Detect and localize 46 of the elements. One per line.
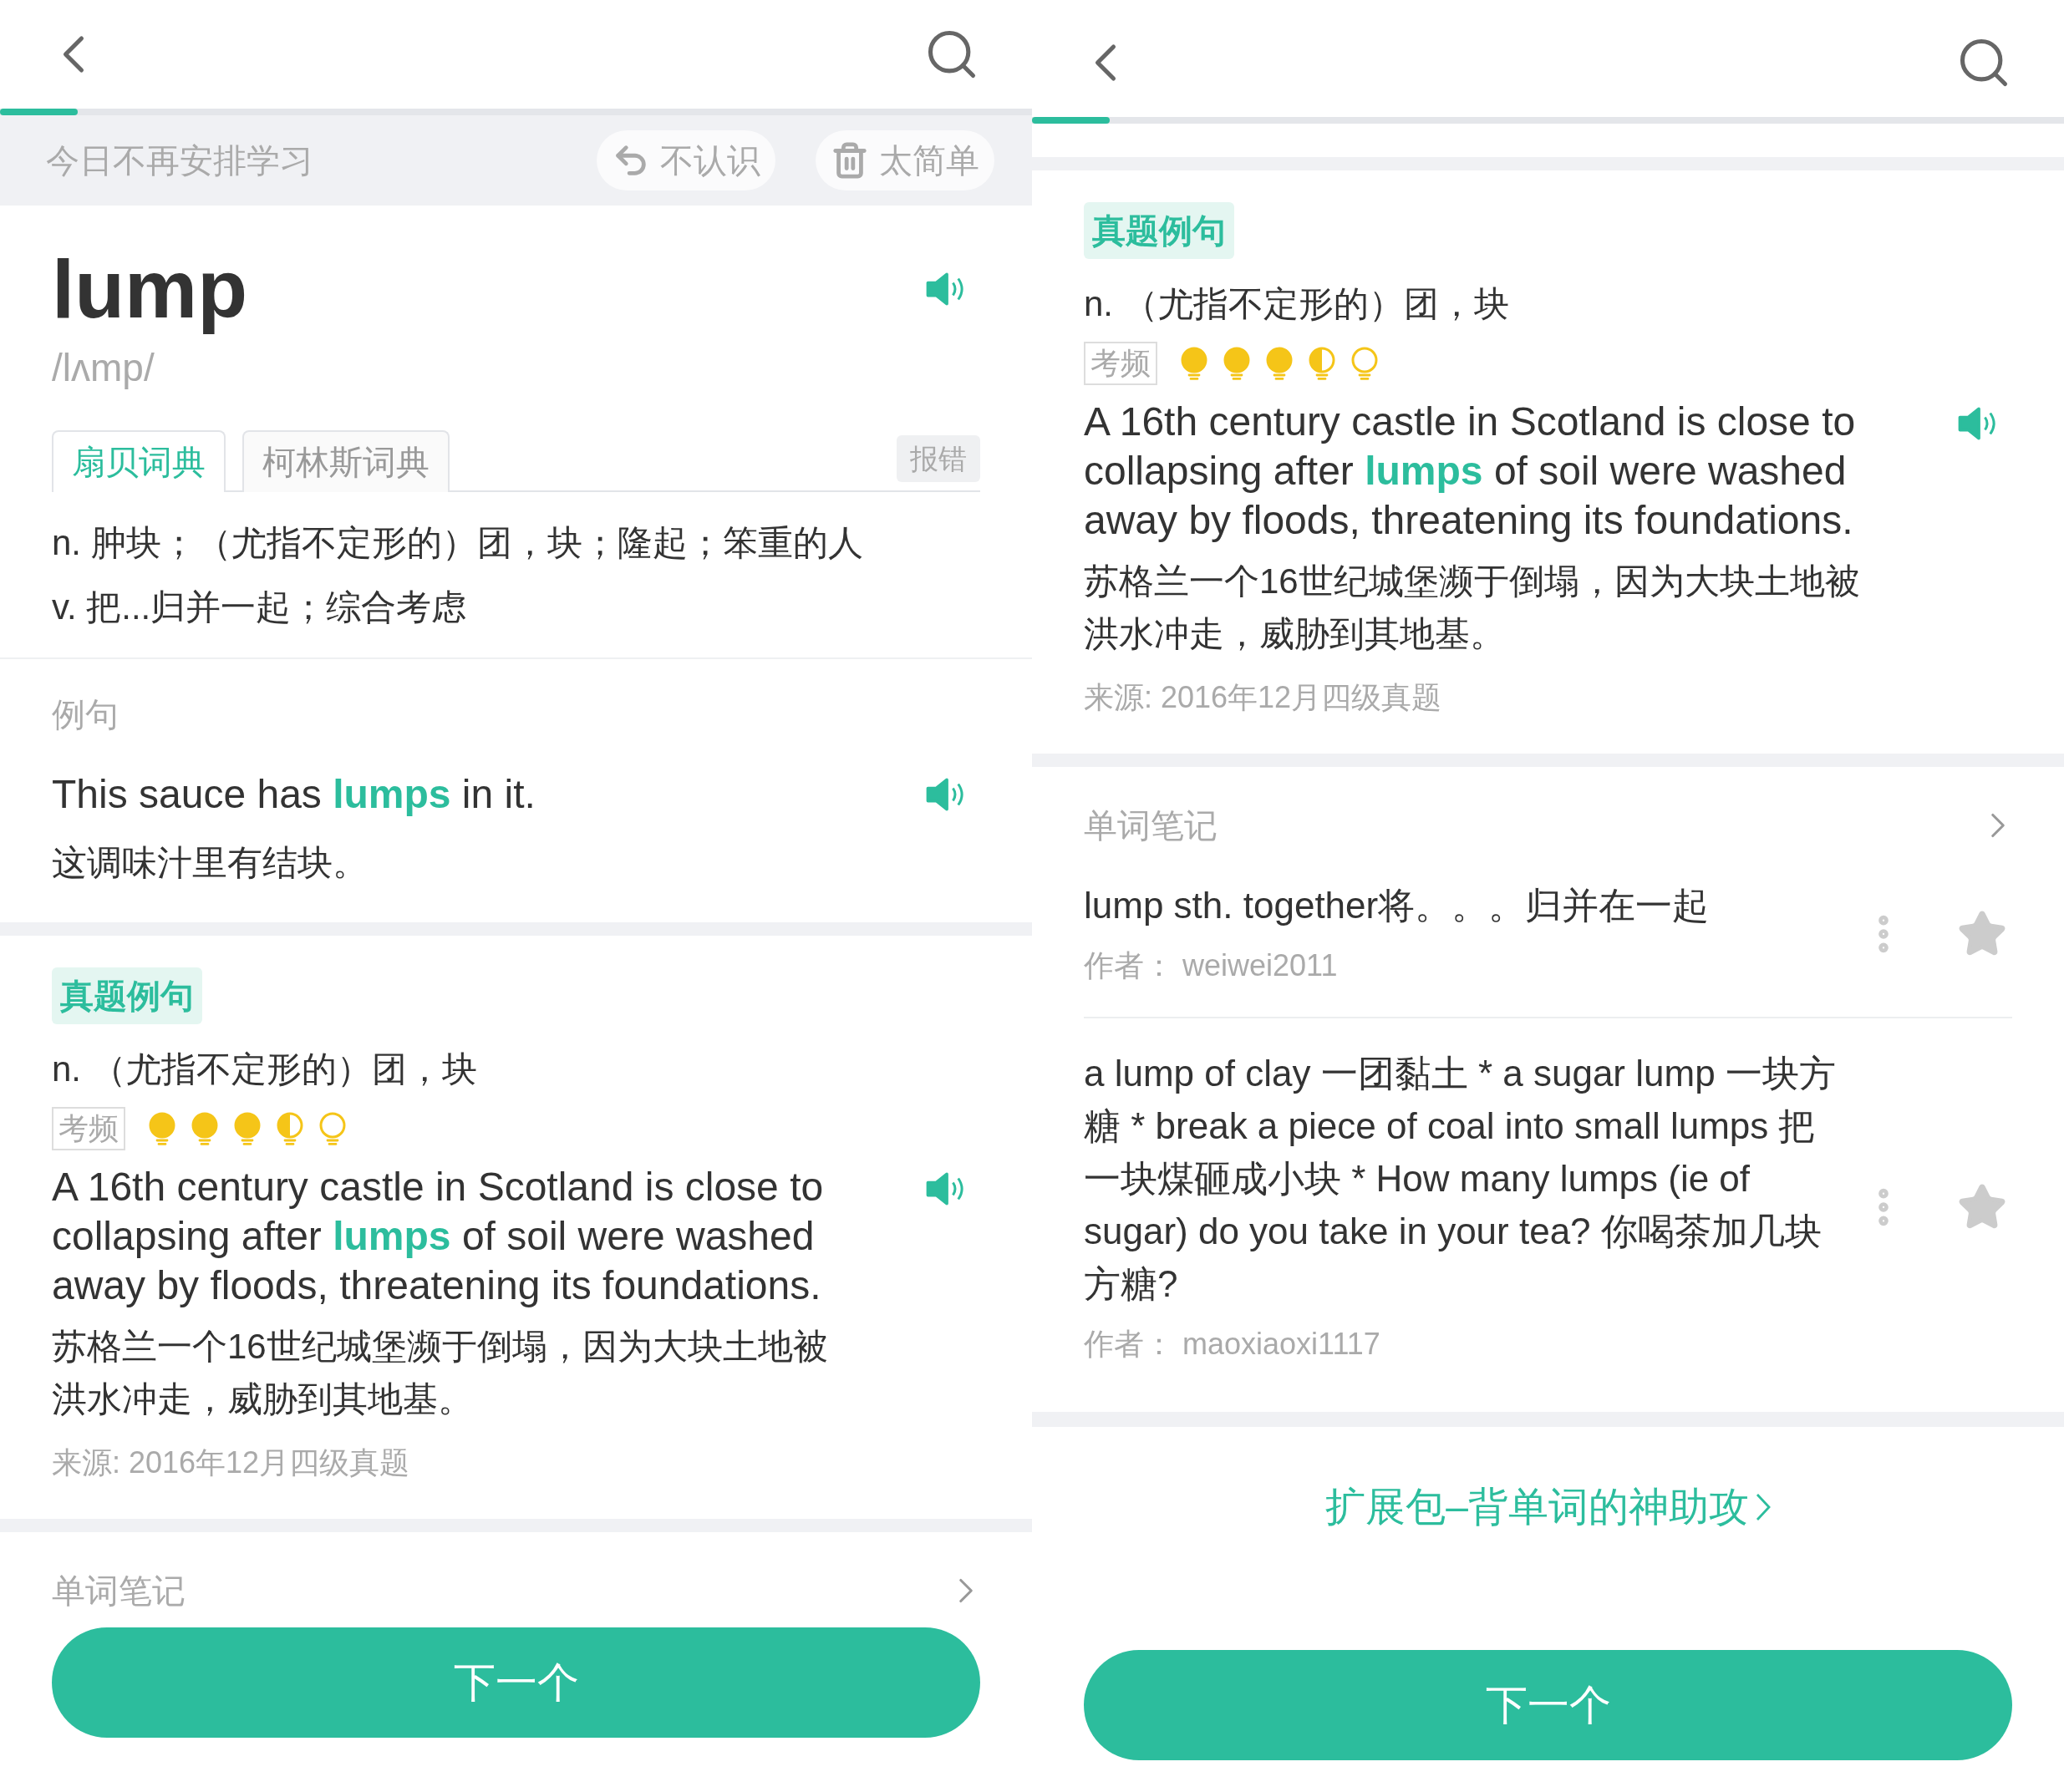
- too-easy-button[interactable]: 太简单: [816, 130, 994, 190]
- example-sentence: This sauce has lumps in it.: [52, 771, 536, 818]
- note-author: 作者： maoxiaoxi1117: [1084, 1326, 1381, 1363]
- exam-example-badge: 真题例句: [1084, 202, 1234, 259]
- expansion-pack-link[interactable]: 扩展包–背单词的神助攻: [1325, 1477, 1771, 1537]
- report-error-button[interactable]: 报错: [897, 435, 980, 482]
- bulb-icon: [190, 1112, 220, 1145]
- source-text: 来源: 2016年12月四级真题: [52, 1444, 411, 1481]
- notes-header: 单词笔记: [1084, 806, 1218, 845]
- unknown-button[interactable]: 不认识: [597, 130, 775, 190]
- phonetic-text: /lʌmp/: [51, 345, 155, 391]
- chevron-right-icon: [1755, 1493, 1771, 1521]
- bulb-icon: [1350, 347, 1380, 380]
- bulb-icon: [1264, 347, 1294, 380]
- headword: lump: [52, 242, 248, 337]
- bulb-icon: [1307, 347, 1337, 380]
- bulb-icon: [147, 1112, 177, 1145]
- frequency-tag: 考频: [52, 1107, 125, 1150]
- skip-today-text[interactable]: 今日不再安排学习: [46, 135, 313, 185]
- bulb-icon: [318, 1112, 348, 1145]
- exam-example-badge: 真题例句: [52, 967, 202, 1024]
- sentence-translation: 苏格兰一个16世纪城堡濒于倒塌，因为大块土地被洪水冲走，威胁到其地基。: [1084, 561, 1861, 655]
- trash-icon: [831, 141, 869, 180]
- dictionary-tab[interactable]: 扇贝词典: [52, 430, 226, 492]
- definition-text: n. （尤指不定形的）团，块: [52, 1048, 478, 1090]
- note-text: lump sth. together将。。。归并在一起: [1084, 884, 1711, 927]
- notes-header: 单词笔记: [52, 1571, 186, 1611]
- bulb-icon: [1179, 347, 1209, 380]
- next-button[interactable]: 下一个: [1084, 1650, 2012, 1760]
- next-button[interactable]: 下一个: [52, 1627, 980, 1738]
- dictionary-tab[interactable]: 柯林斯词典: [242, 430, 450, 492]
- sentence-translation: 苏格兰一个16世纪城堡濒于倒塌，因为大块土地被洪水冲走，威胁到其地基。: [52, 1326, 829, 1420]
- note-author: 作者： weiwei2011: [1084, 947, 1339, 984]
- sentence-translation: 这调味汁里有结块。: [52, 842, 369, 884]
- definition-text: n. （尤指不定形的）团，块: [1084, 283, 1510, 325]
- bulb-icon: [1222, 347, 1252, 380]
- example-sentence: A 16th century castle in Scotland is close to collapsing after lumps of soil were washed away by floods, threatening its foundations.: [1084, 399, 1857, 544]
- frequency-tag: 考频: [1084, 342, 1157, 385]
- bulb-icon: [275, 1112, 305, 1145]
- definition-text: n. 肿块；（尤指不定形的）团，块；隆起；笨重的人: [52, 522, 864, 564]
- source-text: 来源: 2016年12月四级真题: [1084, 679, 1443, 716]
- definition-text: v. 把...归并一起；综合考虑: [52, 586, 468, 628]
- example-label: 例句: [52, 695, 119, 734]
- example-sentence: A 16th century castle in Scotland is close to collapsing after lumps of soil were washed away by floods, threatening its foundations.: [52, 1164, 825, 1309]
- note-text: a lump of clay 一团黏土 * a sugar lump 一块方糖 * break a piece of coal into small lumps 把一块煤砸成小块 * How many lumps (ie of sugar) do you take in your tea? 你喝茶加几块方糖?: [1084, 1052, 1836, 1306]
- bulb-icon: [232, 1112, 262, 1145]
